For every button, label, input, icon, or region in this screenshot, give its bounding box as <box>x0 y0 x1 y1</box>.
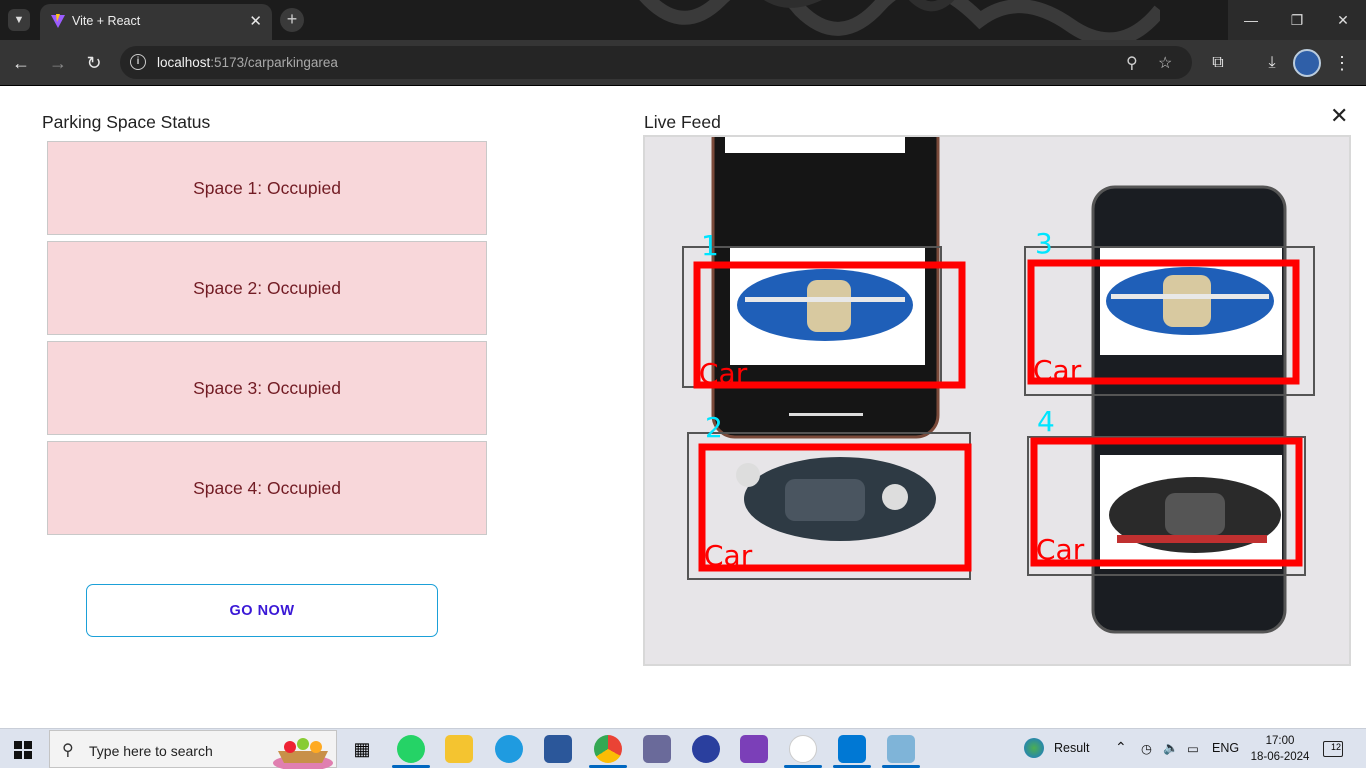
vscode-icon[interactable] <box>838 735 866 763</box>
downloads-icon[interactable]: ⤓ <box>1261 52 1283 74</box>
detection-class-label: Car <box>699 357 748 390</box>
theme-background-art <box>639 0 1160 40</box>
live-feed-video: 1 Car 2 Car 3 Car 4 Car <box>643 135 1351 666</box>
active-tab[interactable]: Vite + React ✕ <box>40 4 272 40</box>
tab-search-menu-button[interactable]: ▼ <box>8 9 30 31</box>
vite-favicon-icon <box>51 14 65 28</box>
restore-button[interactable]: ❐ <box>1274 0 1320 40</box>
windows-taskbar: ⚲ Type here to search ▦ Result ⌃ ◷ 🔈 ▭ E… <box>0 728 1366 769</box>
extensions-icon[interactable]: ⧉ <box>1207 52 1229 74</box>
whatsapp-icon[interactable] <box>397 735 425 763</box>
task-view-icon[interactable]: ▦ <box>348 735 376 763</box>
minimize-button[interactable]: — <box>1228 0 1274 40</box>
space-label: Space 4: Occupied <box>193 477 341 498</box>
clock[interactable]: 17:00 18-06-2024 <box>1248 733 1312 765</box>
weather-label[interactable]: Result <box>1054 741 1089 755</box>
car-1 <box>737 269 913 341</box>
page-content: Parking Space Status Space 1: Occupied S… <box>0 87 1366 728</box>
slot-number-label: 3 <box>1035 227 1053 260</box>
close-icon[interactable]: ✕ <box>1330 103 1348 129</box>
file-explorer-icon[interactable] <box>445 735 473 763</box>
tab-title: Vite + React <box>72 14 141 28</box>
browser-menu-icon[interactable]: ⋮ <box>1331 52 1353 74</box>
site-info-icon[interactable]: i <box>130 54 146 70</box>
slot-number-label: 2 <box>705 411 723 444</box>
status-heading: Parking Space Status <box>42 112 211 132</box>
search-placeholder: Type here to search <box>89 743 213 759</box>
slot-number-label: 1 <box>701 229 719 262</box>
volume-mute-icon[interactable]: 🔈 <box>1163 741 1179 756</box>
car-2 <box>736 457 936 541</box>
notes-app-icon[interactable] <box>887 735 915 763</box>
audio-app-icon[interactable] <box>692 735 720 763</box>
forward-icon[interactable]: → <box>47 52 69 74</box>
chrome-icon[interactable] <box>594 735 622 763</box>
wifi-icon[interactable]: ◷ <box>1141 741 1152 756</box>
back-icon[interactable]: ← <box>10 52 32 74</box>
edge-icon[interactable] <box>495 735 523 763</box>
space-card-3: Space 3: Occupied <box>47 341 487 435</box>
mongodb-compass-icon[interactable] <box>789 735 817 763</box>
clock-date: 18-06-2024 <box>1250 751 1310 763</box>
space-card-1: Space 1: Occupied <box>47 141 487 235</box>
weather-widget-icon[interactable] <box>1024 738 1044 758</box>
space-card-2: Space 2: Occupied <box>47 241 487 335</box>
media-app-icon[interactable] <box>643 735 671 763</box>
bookmark-star-icon[interactable]: ☆ <box>1158 53 1172 73</box>
search-highlight-fruit-basket-icon <box>273 738 333 769</box>
detection-class-label: Car <box>1033 354 1082 387</box>
notification-center-icon[interactable]: 12 <box>1323 741 1343 757</box>
detection-class-label: Car <box>1036 533 1085 566</box>
word-icon[interactable] <box>544 735 572 763</box>
search-icon: ⚲ <box>62 742 74 759</box>
car-3 <box>1106 267 1274 335</box>
new-tab-button[interactable]: + <box>280 8 304 32</box>
address-bar[interactable]: i localhost:5173/carparkingarea ⚲ ☆ <box>120 46 1192 79</box>
tab-close-icon[interactable]: ✕ <box>249 12 262 30</box>
space-label: Space 3: Occupied <box>193 377 341 398</box>
battery-icon[interactable]: ▭ <box>1187 741 1199 756</box>
space-card-4: Space 4: Occupied <box>47 441 487 535</box>
detection-class-label: Car <box>704 539 753 572</box>
browser-tabstrip: ▼ Vite + React ✕ + — ❐ ✕ <box>0 0 1366 40</box>
zoom-icon[interactable]: ⚲ <box>1126 53 1138 73</box>
slot-number-label: 4 <box>1037 405 1055 438</box>
clipchamp-icon[interactable] <box>740 735 768 763</box>
car-4 <box>1109 477 1281 553</box>
clock-time: 17:00 <box>1265 735 1295 747</box>
window-close-button[interactable]: ✕ <box>1320 0 1366 40</box>
browser-toolbar: ← → ↻ i localhost:5173/carparkingarea ⚲ … <box>0 40 1366 86</box>
space-label: Space 1: Occupied <box>193 177 341 198</box>
windows-start-icon[interactable] <box>14 741 32 759</box>
url-text[interactable]: localhost:5173/carparkingarea <box>157 55 338 70</box>
reload-icon[interactable]: ↻ <box>83 52 105 74</box>
space-label: Space 2: Occupied <box>193 277 341 298</box>
language-indicator[interactable]: ENG <box>1212 741 1239 755</box>
go-now-button[interactable]: GO NOW <box>86 584 438 637</box>
profile-avatar[interactable] <box>1293 49 1321 77</box>
taskbar-search-box[interactable]: ⚲ Type here to search <box>49 730 337 769</box>
feed-heading: Live Feed <box>644 112 721 132</box>
show-hidden-icons-chevron-icon[interactable]: ⌃ <box>1115 739 1127 756</box>
live-feed-frame: 1 Car 2 Car 3 Car 4 Car <box>682 137 1315 634</box>
notification-count: 12 <box>1330 742 1341 752</box>
